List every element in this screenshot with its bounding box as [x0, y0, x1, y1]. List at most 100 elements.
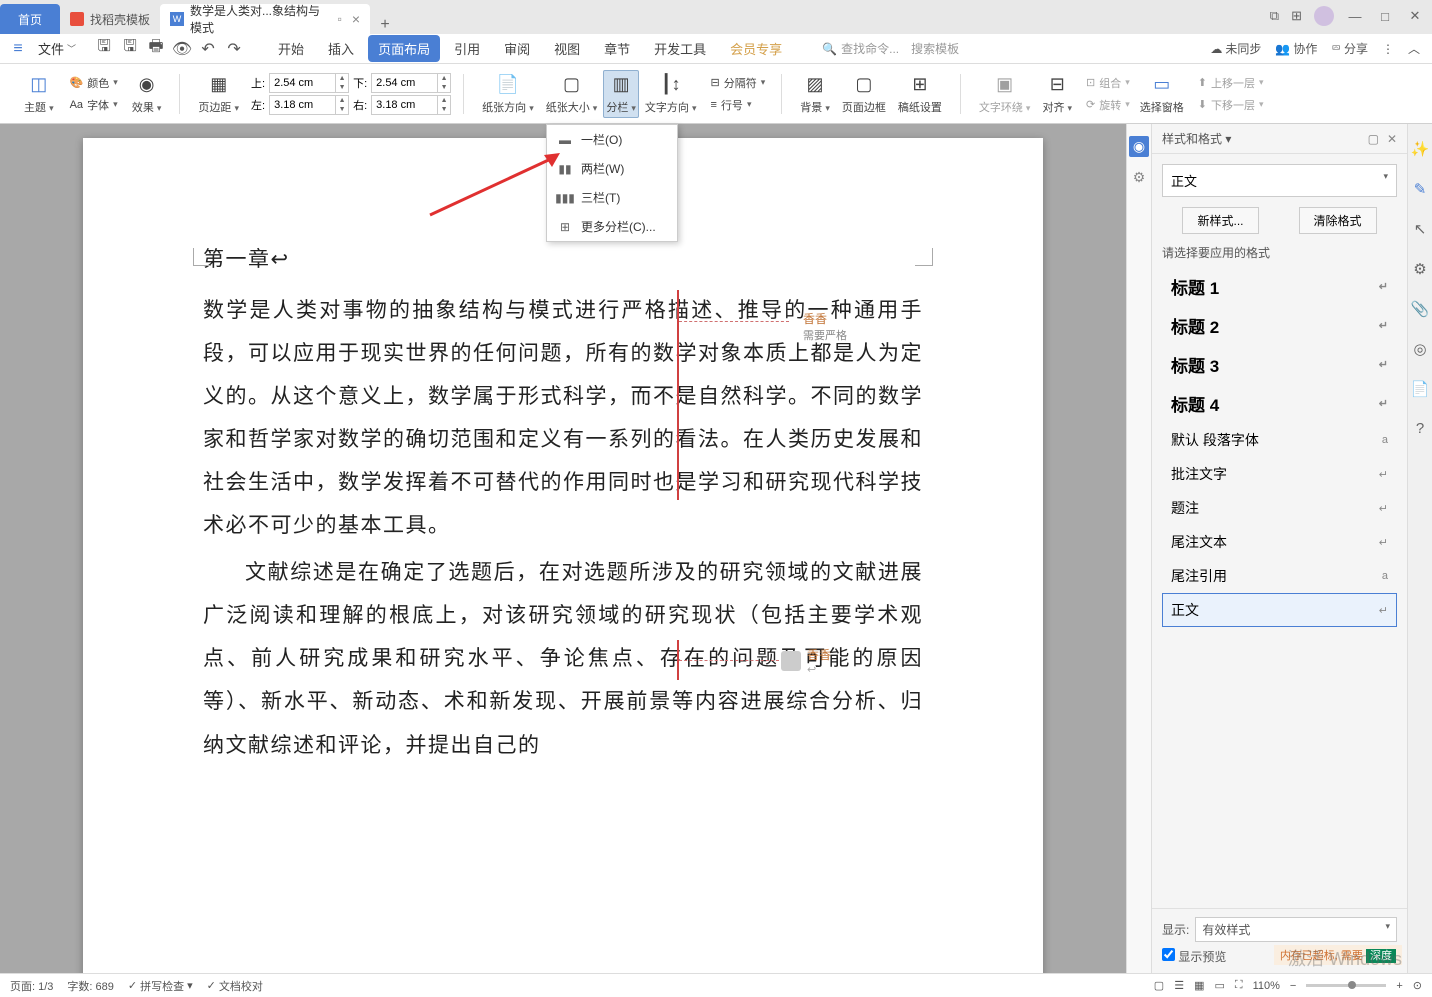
comment-1[interactable]: 香香 需要严格 [803, 310, 847, 343]
columns-button[interactable]: ▥分栏 ▾ [603, 70, 639, 118]
ribbon-tab-section[interactable]: 章节 [594, 35, 640, 62]
side-doc-icon[interactable]: 📄 [1411, 380, 1430, 398]
tab-template[interactable]: 找稻壳模板 [60, 4, 160, 34]
break-button[interactable]: ⊟分隔符▾ [707, 73, 770, 93]
theme-button[interactable]: ◫ 主题 ▾ [18, 71, 60, 117]
select-pane-button[interactable]: ▭选择窗格 [1134, 71, 1190, 117]
coop-button[interactable]: 👥 协作 [1275, 40, 1317, 57]
style-item-5[interactable]: 批注文字↵ [1162, 457, 1397, 491]
color-button[interactable]: 🎨颜色▾ [66, 73, 122, 93]
style-item-4[interactable]: 默认 段落字体a [1162, 423, 1397, 457]
side-help-icon[interactable]: ? [1416, 420, 1424, 437]
maximize-button[interactable]: □ [1376, 9, 1394, 24]
clear-format-button[interactable]: 清除格式 [1299, 207, 1377, 234]
preview-checkbox[interactable]: 显示预览 [1162, 948, 1226, 965]
view-read-icon[interactable]: ▭ [1214, 979, 1224, 992]
more-icon[interactable]: ⋮ [1382, 42, 1394, 56]
columns-one[interactable]: ▬一栏(O) [547, 125, 677, 154]
save-as-icon[interactable]: 🖫 [120, 39, 140, 59]
tab-document[interactable]: W 数学是人类对...象结构与模式 ▫ × [160, 4, 370, 34]
ribbon-tab-layout[interactable]: 页面布局 [368, 35, 440, 62]
style-item-0[interactable]: 标题 1↵ [1162, 267, 1397, 306]
print-icon[interactable]: 🖶 [146, 39, 166, 59]
panel-close-icon[interactable]: ✕ [1387, 132, 1397, 146]
tab-home[interactable]: 首页 [0, 4, 60, 34]
send-back-button[interactable]: ⬇下移一层▾ [1194, 95, 1268, 115]
save-icon[interactable]: 🖫 [94, 39, 114, 59]
margin-top-input[interactable]: 2.54 cm▲▼ [269, 73, 349, 93]
paper-size-button[interactable]: ▢纸张大小 ▾ [540, 71, 604, 117]
paper-direction-button[interactable]: 📄纸张方向 ▾ [476, 71, 540, 117]
grid-paper-button[interactable]: ⊞稿纸设置 [892, 71, 948, 117]
view-fullscreen-icon[interactable]: ⛶ [1235, 979, 1243, 992]
status-words[interactable]: 字数: 689 [67, 978, 113, 994]
file-menu[interactable]: 文件 ﹀ [32, 39, 82, 58]
ribbon-tab-developer[interactable]: 开发工具 [644, 35, 716, 62]
columns-two[interactable]: ▮▮两栏(W) [547, 154, 677, 183]
new-style-button[interactable]: 新样式... [1182, 207, 1258, 234]
columns-more[interactable]: ⊞更多分栏(C)... [547, 212, 677, 241]
margin-bottom-input[interactable]: 2.54 cm▲▼ [371, 73, 451, 93]
margin-right-input[interactable]: 3.18 cm▲▼ [371, 95, 451, 115]
bring-forward-button[interactable]: ⬆上移一层▾ [1194, 73, 1268, 93]
group-button[interactable]: ⊡组合▾ [1082, 73, 1134, 93]
status-proofread[interactable]: ✓文档校对 [207, 978, 263, 994]
effect-button[interactable]: ◉ 效果 ▾ [126, 71, 168, 117]
zoom-out-icon[interactable]: − [1290, 980, 1296, 992]
menu-hamburger-icon[interactable]: ≡ [8, 39, 28, 59]
rotate-button[interactable]: ⟳旋转▾ [1082, 95, 1134, 115]
zoom-value[interactable]: 110% [1253, 980, 1280, 992]
style-item-2[interactable]: 标题 3↵ [1162, 345, 1397, 384]
columns-three[interactable]: ▮▮▮三栏(T) [547, 183, 677, 212]
ribbon-tab-premium[interactable]: 会员专享 [720, 35, 792, 62]
document-page[interactable]: 第一章↩ 数学是人类对事物的抽象结构与模式进行严格描述、推导的一种通用手段，可以… [83, 138, 1043, 973]
close-button[interactable]: ✕ [1406, 8, 1424, 24]
apps-icon[interactable]: ⊞ [1291, 8, 1302, 24]
zoom-fit-icon[interactable]: ⊙ [1413, 979, 1422, 992]
search-command[interactable]: 🔍 查找命令... [822, 40, 899, 57]
zoom-slider[interactable] [1306, 984, 1386, 987]
print-preview-icon[interactable]: 👁 [172, 39, 192, 59]
panel-pin-icon[interactable]: ▢ [1368, 132, 1379, 146]
ribbon-tab-review[interactable]: 审阅 [494, 35, 540, 62]
status-spell[interactable]: ✓拼写检查 ▾ [128, 978, 193, 994]
side-clip-icon[interactable]: 📎 [1411, 300, 1430, 318]
font-button[interactable]: Aa字体▾ [66, 95, 122, 115]
style-item-3[interactable]: 标题 4↵ [1162, 384, 1397, 423]
sync-button[interactable]: ☁ 未同步 [1210, 40, 1261, 57]
side-pen-icon[interactable]: ✎ [1414, 180, 1427, 198]
redo-icon[interactable]: ↷ [224, 39, 244, 59]
margin-button[interactable]: ▦ 页边距 ▾ [192, 71, 245, 117]
ribbon-tab-view[interactable]: 视图 [544, 35, 590, 62]
side-wand-icon[interactable]: ✨ [1411, 140, 1430, 158]
undo-icon[interactable]: ↶ [198, 39, 218, 59]
avatar-icon[interactable] [1314, 6, 1334, 26]
layout-icon[interactable]: ⧉ [1270, 8, 1279, 24]
style-item-6[interactable]: 题注↵ [1162, 491, 1397, 525]
minimize-button[interactable]: — [1346, 9, 1364, 24]
current-style-box[interactable]: 正文 ▾ [1162, 164, 1397, 197]
show-select[interactable]: 有效样式 ▾ [1195, 917, 1397, 942]
tab-menu-icon[interactable]: ▫ [338, 12, 342, 26]
text-wrap-button[interactable]: ▣文字环绕 ▾ [973, 71, 1037, 117]
ribbon-tab-references[interactable]: 引用 [444, 35, 490, 62]
text-direction-button[interactable]: ┃↕文字方向 ▾ [639, 71, 703, 117]
style-item-1[interactable]: 标题 2↵ [1162, 306, 1397, 345]
tab-add-button[interactable]: + [370, 16, 400, 34]
style-item-9[interactable]: 正文↵ [1162, 593, 1397, 627]
style-item-7[interactable]: 尾注文本↵ [1162, 525, 1397, 559]
ribbon-tab-insert[interactable]: 插入 [318, 35, 364, 62]
margin-left-input[interactable]: 3.18 cm▲▼ [269, 95, 349, 115]
collapse-icon[interactable]: ︿ [1408, 40, 1420, 57]
zoom-in-icon[interactable]: + [1396, 980, 1402, 992]
side-target-icon[interactable]: ◎ [1413, 340, 1426, 358]
style-item-8[interactable]: 尾注引用a [1162, 559, 1397, 593]
line-number-button[interactable]: ≡行号▾ [707, 95, 770, 115]
search-template[interactable]: 搜索模板 [911, 40, 959, 57]
status-page[interactable]: 页面: 1/3 [10, 978, 53, 994]
page-border-button[interactable]: ▢页面边框 [836, 71, 892, 117]
nav-location-icon[interactable]: ◉ [1129, 136, 1149, 157]
side-settings-icon[interactable]: ⚙ [1413, 260, 1426, 278]
view-web-icon[interactable]: ▦ [1194, 979, 1204, 992]
share-button[interactable]: ⮹ 分享 [1331, 40, 1368, 57]
